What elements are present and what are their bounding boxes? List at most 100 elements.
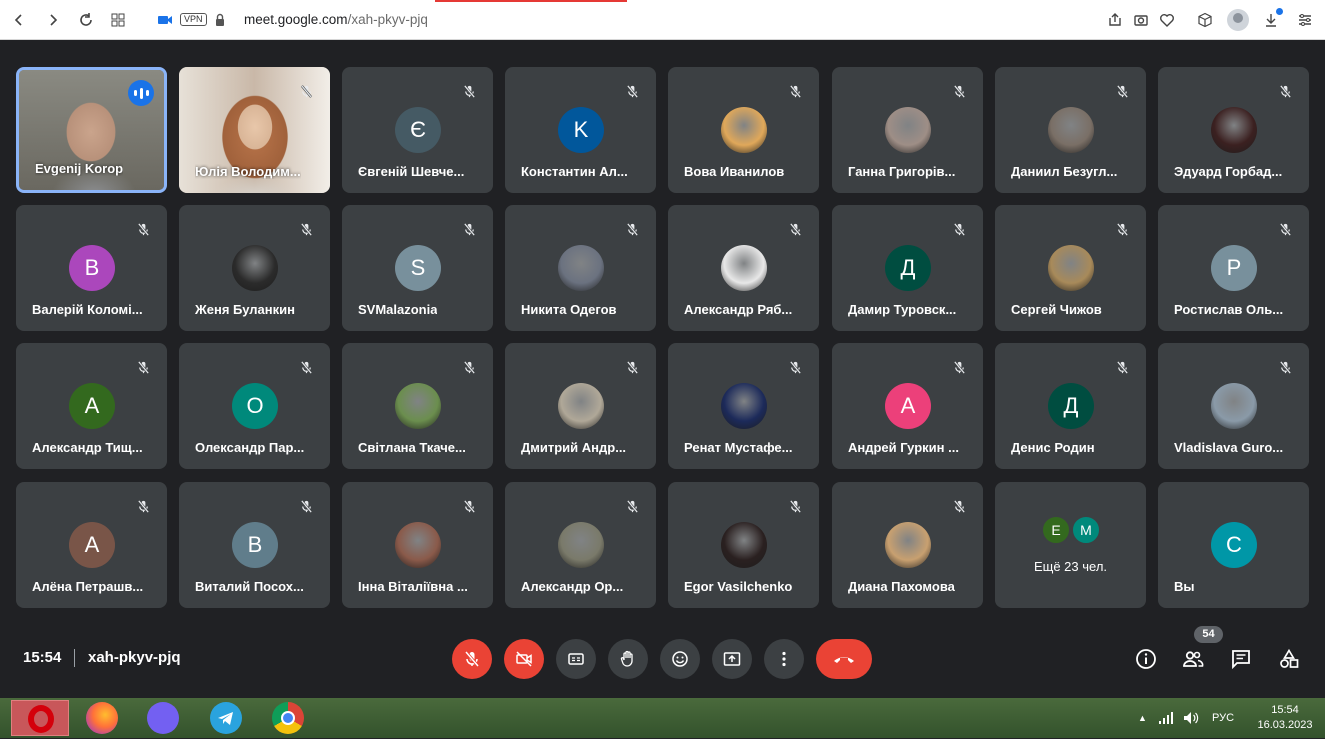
download-icon[interactable] — [1258, 0, 1284, 40]
mic-muted-icon — [783, 355, 807, 379]
input-language[interactable]: РУС — [1212, 698, 1234, 738]
participant-tile[interactable]: Vladislava Guro... — [1158, 343, 1309, 469]
participant-initial-avatar: B — [69, 245, 115, 291]
participant-tile[interactable]: P Ростислав Оль... — [1158, 205, 1309, 331]
participant-photo-avatar — [1211, 383, 1257, 429]
participant-tile[interactable]: Egor Vasilchenko — [668, 482, 819, 608]
more-participant-avatar: M — [1071, 515, 1101, 545]
reload-icon[interactable] — [73, 0, 99, 40]
chrome-icon[interactable] — [272, 702, 304, 734]
heart-icon[interactable] — [1154, 0, 1180, 40]
taskbar-opera-active[interactable] — [11, 700, 69, 736]
participant-name: Олександр Пар... — [195, 440, 305, 455]
participant-tile[interactable]: Дмитрий Андр... — [505, 343, 656, 469]
participant-tile[interactable]: Сергей Чижов — [995, 205, 1146, 331]
more-participants-tile[interactable]: E M Ещё 23 чел. — [995, 482, 1146, 608]
forward-icon[interactable] — [40, 0, 66, 40]
participant-tile[interactable]: Evgenij Korop — [16, 67, 167, 193]
participant-photo-avatar — [721, 522, 767, 568]
participant-photo-avatar — [395, 522, 441, 568]
divider — [74, 649, 75, 667]
participants-button[interactable] — [1179, 645, 1207, 673]
opera-icon — [28, 705, 54, 733]
tray-expand-icon[interactable]: ▲ — [1138, 698, 1147, 738]
participant-tile[interactable]: B Виталий Посох... — [179, 482, 330, 608]
participant-tile[interactable]: Эдуард Горбад... — [1158, 67, 1309, 193]
volume-icon[interactable] — [1183, 698, 1199, 738]
camera-off-button[interactable] — [504, 639, 544, 679]
participant-tile[interactable]: B Валерій Коломі... — [16, 205, 167, 331]
mic-muted-icon — [294, 355, 318, 379]
participant-name: Денис Родин — [1011, 440, 1095, 455]
captions-icon — [568, 653, 584, 665]
captions-button[interactable] — [556, 639, 596, 679]
mic-muted-icon — [620, 79, 644, 103]
more-options-button[interactable] — [764, 639, 804, 679]
system-clock[interactable]: 15:54 16.03.2023 — [1250, 703, 1320, 733]
participant-photo-avatar — [1211, 107, 1257, 153]
participant-initial-avatar: K — [558, 107, 604, 153]
easy-setup-icon[interactable] — [1292, 0, 1318, 40]
participant-tile[interactable]: Никита Одегов — [505, 205, 656, 331]
telegram-icon[interactable] — [210, 702, 242, 734]
emoji-button[interactable] — [660, 639, 700, 679]
activities-button[interactable] — [1275, 645, 1303, 673]
participant-tile[interactable]: Вова Иванилов — [668, 67, 819, 193]
participant-tile[interactable]: K Константин Ал... — [505, 67, 656, 193]
tabs-grid-icon[interactable] — [105, 0, 131, 40]
back-icon[interactable] — [6, 0, 32, 40]
speaking-indicator-icon — [128, 80, 154, 106]
vpn-badge[interactable]: VPN — [180, 13, 207, 26]
participant-name: Даниил Безугл... — [1011, 164, 1118, 179]
participant-tile[interactable]: Женя Буланкин — [179, 205, 330, 331]
lock-icon[interactable] — [207, 0, 233, 40]
participant-tile[interactable]: Д Дамир Туровск... — [832, 205, 983, 331]
participant-name: Константин Ал... — [521, 164, 628, 179]
participant-tile[interactable]: Диана Пахомова — [832, 482, 983, 608]
participant-tile[interactable]: C Вы — [1158, 482, 1309, 608]
participant-tile[interactable]: Інна Віталіївна ... — [342, 482, 493, 608]
raise-hand-button[interactable] — [608, 639, 648, 679]
participant-name: Вова Иванилов — [684, 164, 785, 179]
participant-tile[interactable]: Александр Ор... — [505, 482, 656, 608]
participant-tile[interactable]: Д Денис Родин — [995, 343, 1146, 469]
network-icon[interactable] — [1158, 698, 1174, 738]
participant-tile[interactable]: A Алёна Петрашв... — [16, 482, 167, 608]
participant-tile[interactable]: Ганна Григорів... — [832, 67, 983, 193]
participant-name: Александр Ряб... — [684, 302, 793, 317]
participant-tile[interactable]: Даниил Безугл... — [995, 67, 1146, 193]
meet-camera-icon — [152, 0, 178, 40]
participant-name: Юлія Володим... — [195, 164, 301, 179]
address-bar[interactable]: meet.google.com/xah-pkyv-pjq — [244, 0, 428, 40]
meeting-controls-bar: 15:54 xah-pkyv-pjq 54 — [0, 620, 1325, 698]
participant-initial-avatar: C — [1211, 522, 1257, 568]
profile-avatar[interactable] — [1227, 9, 1249, 31]
mic-off-button[interactable] — [452, 639, 492, 679]
participant-tile[interactable]: Ренат Мустафе... — [668, 343, 819, 469]
firefox-icon[interactable] — [86, 702, 118, 734]
hand-icon — [620, 650, 633, 667]
snapshot-icon[interactable] — [1128, 0, 1154, 40]
participant-tile[interactable]: Є Євгеній Шевче... — [342, 67, 493, 193]
participant-tile[interactable]: Александр Ряб... — [668, 205, 819, 331]
participant-initial-avatar: P — [1211, 245, 1257, 291]
participant-tile[interactable]: Світлана Ткаче... — [342, 343, 493, 469]
mic-muted-icon — [131, 355, 155, 379]
viber-icon[interactable] — [147, 702, 179, 734]
leave-call-button[interactable] — [816, 639, 872, 679]
participant-tile[interactable]: S SVMalazonia — [342, 205, 493, 331]
participant-photo-avatar — [232, 245, 278, 291]
meeting-details-button[interactable] — [1132, 645, 1160, 673]
extensions-cube-icon[interactable] — [1192, 0, 1218, 40]
participant-initial-avatar: S — [395, 245, 441, 291]
participant-tile[interactable]: A Александр Тищ... — [16, 343, 167, 469]
participant-tile[interactable]: O Олександр Пар... — [179, 343, 330, 469]
chat-button[interactable] — [1227, 645, 1255, 673]
participant-initial-avatar: A — [69, 522, 115, 568]
present-icon — [723, 652, 741, 666]
present-screen-button[interactable] — [712, 639, 752, 679]
mic-muted-icon — [947, 494, 971, 518]
share-icon[interactable] — [1102, 0, 1128, 40]
participant-tile[interactable]: A Андрей Гуркин ... — [832, 343, 983, 469]
participant-tile[interactable]: Юлія Володим... — [179, 67, 330, 193]
